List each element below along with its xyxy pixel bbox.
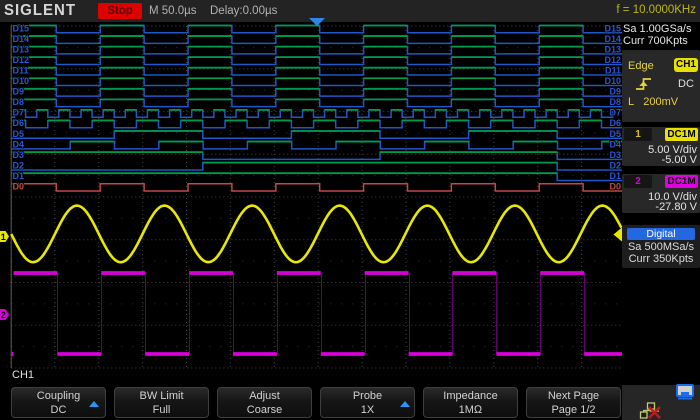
svg-text:D2: D2: [13, 161, 25, 171]
svg-text:D14: D14: [604, 34, 621, 44]
svg-text:D10: D10: [604, 76, 621, 86]
svg-text:D15: D15: [13, 23, 30, 33]
svg-text:D5: D5: [13, 129, 25, 139]
svg-text:D9: D9: [13, 87, 25, 97]
svg-text:D8: D8: [609, 97, 621, 107]
svg-text:D2: D2: [609, 161, 621, 171]
svg-text:D8: D8: [13, 97, 25, 107]
svg-text:D13: D13: [604, 44, 621, 54]
svg-text:D14: D14: [13, 34, 30, 44]
svg-text:D11: D11: [13, 66, 29, 76]
svg-text:D12: D12: [13, 55, 30, 65]
svg-text:D9: D9: [609, 87, 621, 97]
svg-text:D13: D13: [13, 44, 30, 54]
svg-text:D7: D7: [609, 108, 621, 118]
svg-text:D15: D15: [604, 23, 621, 33]
svg-text:D5: D5: [609, 129, 621, 139]
svg-text:D0: D0: [609, 182, 621, 192]
svg-text:D12: D12: [604, 55, 621, 65]
svg-text:D3: D3: [13, 150, 25, 160]
svg-text:D1: D1: [609, 171, 621, 181]
svg-text:1: 1: [1, 232, 6, 242]
svg-text:D0: D0: [13, 182, 25, 192]
svg-text:D4: D4: [13, 139, 25, 149]
svg-text:D3: D3: [609, 150, 621, 160]
svg-text:D6: D6: [13, 118, 25, 128]
svg-text:D6: D6: [609, 118, 621, 128]
svg-text:D7: D7: [13, 108, 25, 118]
svg-text:2: 2: [1, 310, 6, 320]
svg-text:D4: D4: [609, 139, 621, 149]
svg-text:D1: D1: [13, 171, 25, 181]
svg-text:D10: D10: [13, 76, 30, 86]
svg-text:D11: D11: [605, 66, 621, 76]
